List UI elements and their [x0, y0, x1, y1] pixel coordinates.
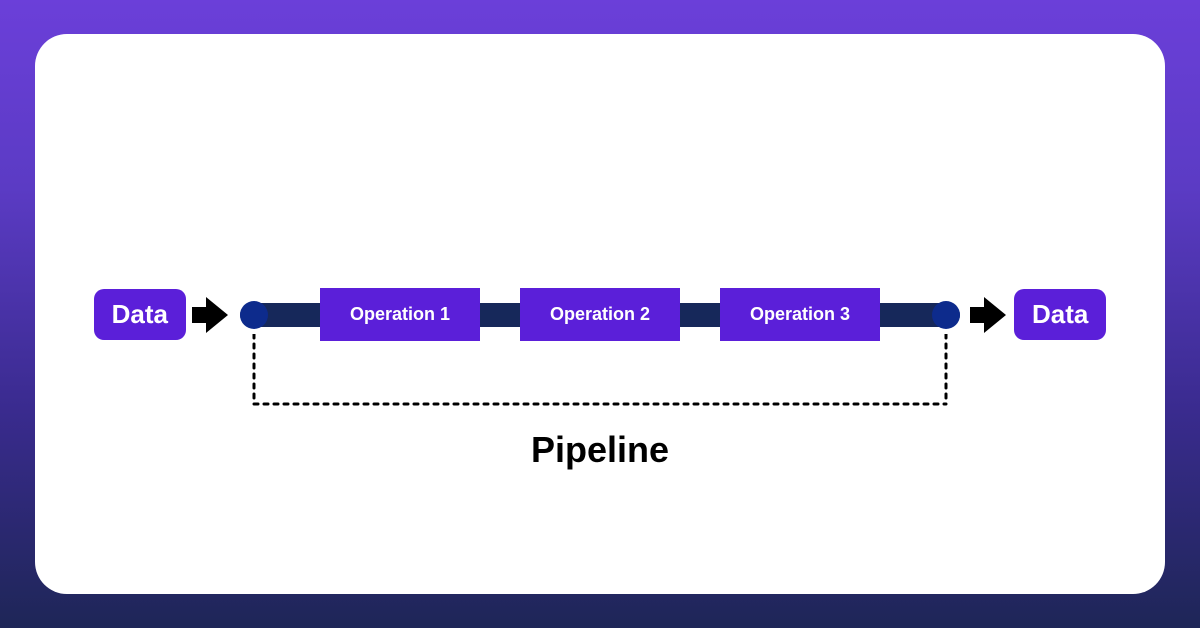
pipe-cap-right	[932, 301, 960, 329]
operation-box: Operation 3	[720, 288, 880, 341]
diagram-card: Data Operation 1 Operation 2 Operation 3	[35, 34, 1165, 594]
output-data-box: Data	[1014, 289, 1106, 340]
input-data-box: Data	[94, 289, 186, 340]
operation-box: Operation 2	[520, 288, 680, 341]
pipe-cap-left	[240, 301, 268, 329]
pipeline-diagram: Data Operation 1 Operation 2 Operation 3	[35, 289, 1165, 340]
pipeline-track: Operation 1 Operation 2 Operation 3	[240, 303, 960, 327]
bracket-annotation	[240, 334, 960, 414]
output-label: Data	[1032, 299, 1088, 330]
operation-box: Operation 1	[320, 288, 480, 341]
operation-label: Operation 3	[750, 304, 850, 324]
pipeline-caption: Pipeline	[35, 429, 1165, 471]
input-label: Data	[112, 299, 168, 330]
arrow-right-icon	[192, 295, 230, 335]
arrow-right-icon	[970, 295, 1008, 335]
operation-label: Operation 2	[550, 304, 650, 324]
operation-label: Operation 1	[350, 304, 450, 324]
